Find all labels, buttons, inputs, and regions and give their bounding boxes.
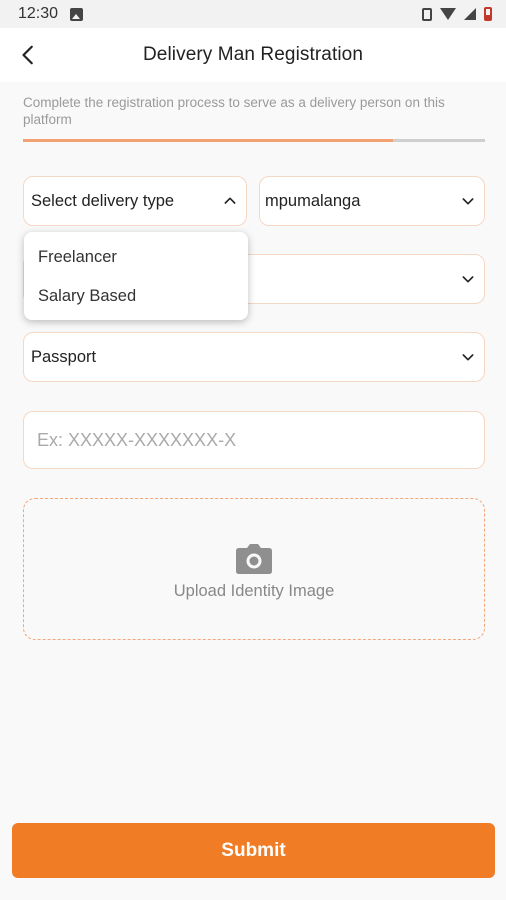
signal-icon bbox=[464, 8, 476, 20]
page-title: Delivery Man Registration bbox=[142, 44, 364, 65]
zone-select[interactable]: mpumalanga bbox=[259, 176, 485, 226]
status-bar: 12:30 bbox=[0, 0, 506, 28]
upload-label: Upload Identity Image bbox=[173, 581, 335, 600]
delivery-type-dropdown: Freelancer Salary Based bbox=[24, 232, 248, 320]
identity-number-input[interactable]: Ex: XXXXX-XXXXXXX-X bbox=[23, 411, 485, 469]
wifi-icon bbox=[440, 8, 456, 20]
camera-icon bbox=[236, 543, 272, 574]
upload-identity-image[interactable]: Upload Identity Image bbox=[23, 498, 485, 640]
app-bar: Delivery Man Registration bbox=[0, 28, 506, 82]
delivery-type-select[interactable]: Select delivery type bbox=[23, 176, 247, 226]
chevron-down-icon bbox=[459, 270, 477, 288]
identity-number-placeholder: Ex: XXXXX-XXXXXXX-X bbox=[37, 429, 237, 450]
image-icon bbox=[70, 7, 84, 21]
back-arrow-icon bbox=[22, 45, 33, 65]
progress-fill bbox=[23, 139, 393, 142]
dropdown-option-salary-based[interactable]: Salary Based bbox=[24, 277, 248, 316]
identity-type-select[interactable]: Passport bbox=[23, 332, 485, 382]
submit-button[interactable]: Submit bbox=[12, 823, 495, 878]
progress-bar bbox=[23, 139, 485, 142]
dropdown-option-freelancer[interactable]: Freelancer bbox=[24, 238, 248, 277]
zone-value: mpumalanga bbox=[265, 191, 361, 210]
chevron-down-icon bbox=[459, 192, 477, 210]
registration-subtitle: Complete the registration process to ser… bbox=[23, 95, 445, 127]
status-icons bbox=[422, 7, 492, 21]
back-button[interactable] bbox=[14, 40, 44, 70]
status-time: 12:30 bbox=[18, 5, 59, 22]
chevron-down-icon bbox=[459, 348, 477, 366]
battery-icon bbox=[484, 7, 492, 21]
vibrate-icon bbox=[422, 7, 432, 21]
chevron-up-icon bbox=[221, 192, 239, 210]
delivery-type-value: Select delivery type bbox=[31, 191, 175, 210]
identity-type-value: Passport bbox=[31, 347, 97, 366]
